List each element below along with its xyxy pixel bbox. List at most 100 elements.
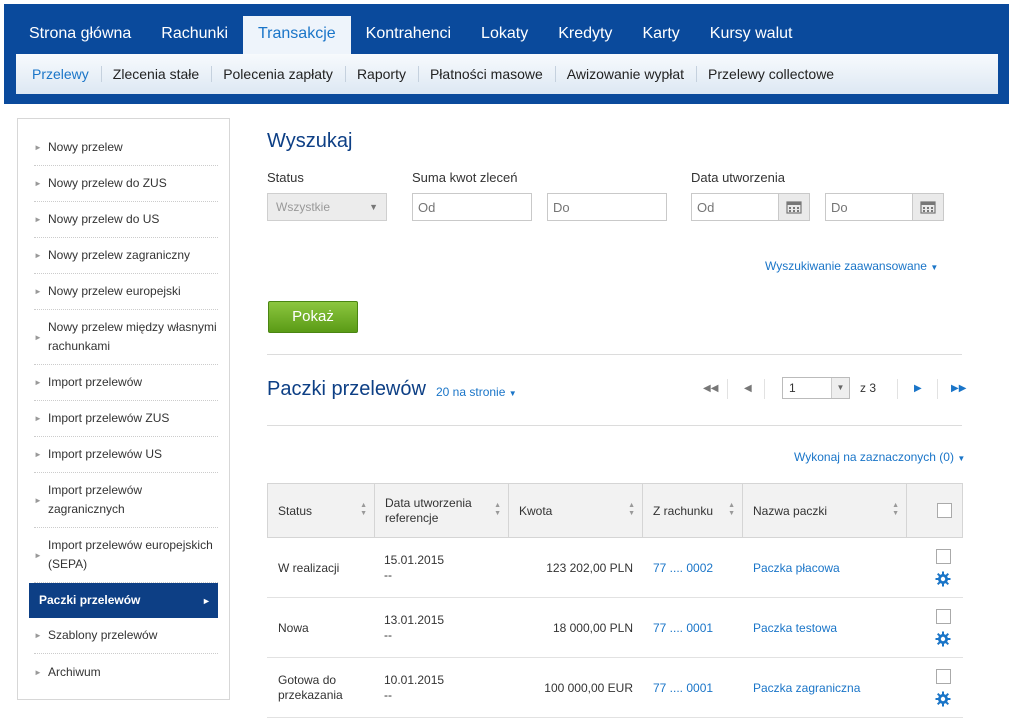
- divider: [267, 354, 962, 355]
- chevron-right-icon: ►: [34, 143, 42, 152]
- select-all-checkbox[interactable]: [937, 503, 952, 518]
- sidebar-item-nowy-przelew-zus[interactable]: ► Nowy przelew do ZUS: [34, 166, 218, 202]
- tab-transakcje[interactable]: Transakcje: [243, 16, 351, 54]
- page-number-value: 1: [789, 381, 796, 395]
- prev-page-icon[interactable]: ◀: [744, 383, 752, 394]
- row-amount: 18 000,00 PLN: [552, 620, 633, 635]
- subtab-raporty[interactable]: Raporty: [344, 54, 418, 94]
- sidebar-item-label: Paczki przelewów: [39, 593, 141, 607]
- amount-to-input[interactable]: [547, 193, 667, 221]
- status-select-value: Wszystkie: [276, 200, 330, 214]
- row-checkbox[interactable]: [936, 609, 951, 624]
- date-from-input[interactable]: [691, 193, 779, 221]
- tab-lokaty[interactable]: Lokaty: [466, 16, 543, 54]
- row-account-link[interactable]: 77 .... 0002: [653, 538, 713, 597]
- tab-kontrahenci[interactable]: Kontrahenci: [351, 16, 466, 54]
- last-page-icon[interactable]: ▶▶: [951, 383, 966, 394]
- status-select[interactable]: Wszystkie ▼: [267, 193, 387, 221]
- sidebar-item-nowy-przelew-zagraniczny[interactable]: ► Nowy przelew zagraniczny: [34, 238, 218, 274]
- chevron-right-icon: ►: [34, 215, 42, 224]
- per-page-select[interactable]: 20 na stronie ▼: [436, 385, 517, 399]
- row-status: Nowa: [278, 620, 309, 635]
- column-label: Kwota: [519, 503, 553, 518]
- amount-from-input[interactable]: [412, 193, 532, 221]
- search-heading: Wyszukaj: [267, 130, 353, 152]
- sidebar-item-import-us[interactable]: ► Import przelewów US: [34, 437, 218, 473]
- table-row: Gotowa do przekazania 10.01.2015 -- 100 0…: [267, 658, 963, 718]
- subtab-przelewy[interactable]: Przelewy: [16, 54, 101, 94]
- subtab-awizowanie-wyplat[interactable]: Awizowanie wypłat: [554, 54, 696, 94]
- tab-karty[interactable]: Karty: [627, 16, 694, 54]
- column-label: Data utworzenia referencje: [385, 495, 472, 525]
- sidebar-item-label: Nowy przelew: [48, 140, 123, 154]
- gear-icon[interactable]: [935, 571, 951, 587]
- sidebar-item-szablony-przelewow[interactable]: ► Szablony przelewów: [34, 618, 218, 654]
- sort-icon: ▲ ▼: [728, 502, 735, 517]
- next-page-icon[interactable]: ▶: [914, 383, 922, 394]
- column-status[interactable]: Status ▲ ▼: [268, 484, 375, 537]
- sidebar-menu: ► Nowy przelew ► Nowy przelew do ZUS ► Nowy…: [29, 130, 218, 690]
- sidebar-item-paczki-przelewow[interactable]: ► Paczki przelewów: [29, 583, 218, 618]
- sidebar-item-import-przelewow[interactable]: ► Import przelewów: [34, 365, 218, 401]
- sidebar-item-import-zagranicznych[interactable]: ► Import przelewów zagranicznych: [34, 473, 218, 528]
- calendar-to-button[interactable]: [912, 193, 944, 221]
- row-checkbox[interactable]: [936, 549, 951, 564]
- top-navigation: Strona główna Rachunki Transakcje Kontra…: [4, 4, 1009, 104]
- sidebar-item-nowy-przelew-us[interactable]: ► Nowy przelew do US: [34, 202, 218, 238]
- row-name-link[interactable]: Paczka płacowa: [753, 538, 840, 597]
- gear-icon[interactable]: [935, 631, 951, 647]
- tab-rachunki[interactable]: Rachunki: [146, 16, 243, 54]
- divider: [267, 425, 962, 426]
- chevron-right-icon: ►: [34, 631, 42, 640]
- column-account[interactable]: Z rachunku ▲ ▼: [642, 484, 743, 537]
- subtab-przelewy-collectowe[interactable]: Przelewy collectowe: [696, 54, 846, 94]
- sidebar-item-archiwum[interactable]: ► Archiwum: [34, 654, 218, 690]
- row-date: 10.01.2015 --: [384, 672, 445, 702]
- row-name-link[interactable]: Paczka zagraniczna: [753, 658, 860, 717]
- sidebar-item-nowy-przelew[interactable]: ► Nowy przelew: [34, 130, 218, 166]
- subtab-platnosci-masowe[interactable]: Płatności masowe: [417, 54, 555, 94]
- chevron-right-icon: ►: [34, 414, 42, 423]
- bulk-action-link[interactable]: Wykonaj na zaznaczonych (0) ▼: [794, 450, 965, 464]
- sidebar-item-label: Nowy przelew do US: [48, 212, 160, 226]
- tab-strona-glowna[interactable]: Strona główna: [4, 16, 146, 54]
- sidebar-item-nowy-przelew-europejski[interactable]: ► Nowy przelew europejski: [34, 274, 218, 310]
- sidebar-item-label: Import przelewów ZUS: [48, 411, 170, 425]
- column-amount[interactable]: Kwota ▲ ▼: [508, 484, 643, 537]
- divider: [937, 379, 938, 399]
- sidebar-item-import-zus[interactable]: ► Import przelewów ZUS: [34, 401, 218, 437]
- column-name[interactable]: Nazwa paczki ▲ ▼: [742, 484, 907, 537]
- tab-kredyty[interactable]: Kredyty: [543, 16, 627, 54]
- status-label: Status: [267, 170, 304, 185]
- sidebar-item-nowy-przelew-wlasny[interactable]: ► Nowy przelew między własnymi rachunkami: [34, 310, 218, 365]
- row-checkbox[interactable]: [936, 669, 951, 684]
- sidebar-item-label: Archiwum: [48, 664, 101, 679]
- column-label: Z rachunku: [653, 503, 714, 518]
- page-number-input[interactable]: 1 ▼: [782, 377, 850, 399]
- tab-kursy-walut[interactable]: Kursy walut: [695, 16, 808, 54]
- row-account-link[interactable]: 77 .... 0001: [653, 658, 713, 717]
- gear-icon[interactable]: [935, 691, 951, 707]
- sidebar-item-label: Import przelewów europejskich (SEPA): [48, 538, 213, 571]
- row-account-link[interactable]: 77 .... 0001: [653, 598, 713, 657]
- row-amount: 123 202,00 PLN: [546, 560, 633, 575]
- column-date[interactable]: Data utworzenia referencje ▲ ▼: [374, 484, 509, 537]
- amount-label: Suma kwot zleceń: [412, 170, 518, 185]
- main-tabs: Strona główna Rachunki Transakcje Kontra…: [4, 16, 807, 54]
- per-page-label: 20 na stronie: [436, 385, 506, 399]
- sidebar-item-import-sepa[interactable]: ► Import przelewów europejskich (SEPA): [34, 528, 218, 583]
- date-to-input[interactable]: [825, 193, 913, 221]
- subtab-polecenia-zaplaty[interactable]: Polecenia zapłaty: [211, 54, 345, 94]
- advanced-search-link[interactable]: Wyszukiwanie zaawansowane ▼: [765, 259, 938, 273]
- show-button[interactable]: Pokaż: [268, 301, 358, 333]
- row-amount: 100 000,00 EUR: [544, 680, 633, 695]
- row-name-link[interactable]: Paczka testowa: [753, 598, 837, 657]
- sort-icon: ▲ ▼: [360, 502, 367, 517]
- subtab-zlecenia-stale[interactable]: Zlecenia stałe: [100, 54, 211, 94]
- sidebar-item-label: Nowy przelew europejski: [48, 284, 181, 298]
- first-page-icon[interactable]: ◀◀: [703, 383, 718, 394]
- chevron-right-icon: ►: [34, 667, 42, 677]
- sidebar: ► Nowy przelew ► Nowy przelew do ZUS ► Nowy…: [17, 118, 230, 700]
- calendar-from-button[interactable]: [778, 193, 810, 221]
- sidebar-item-label: Szablony przelewów: [48, 628, 158, 642]
